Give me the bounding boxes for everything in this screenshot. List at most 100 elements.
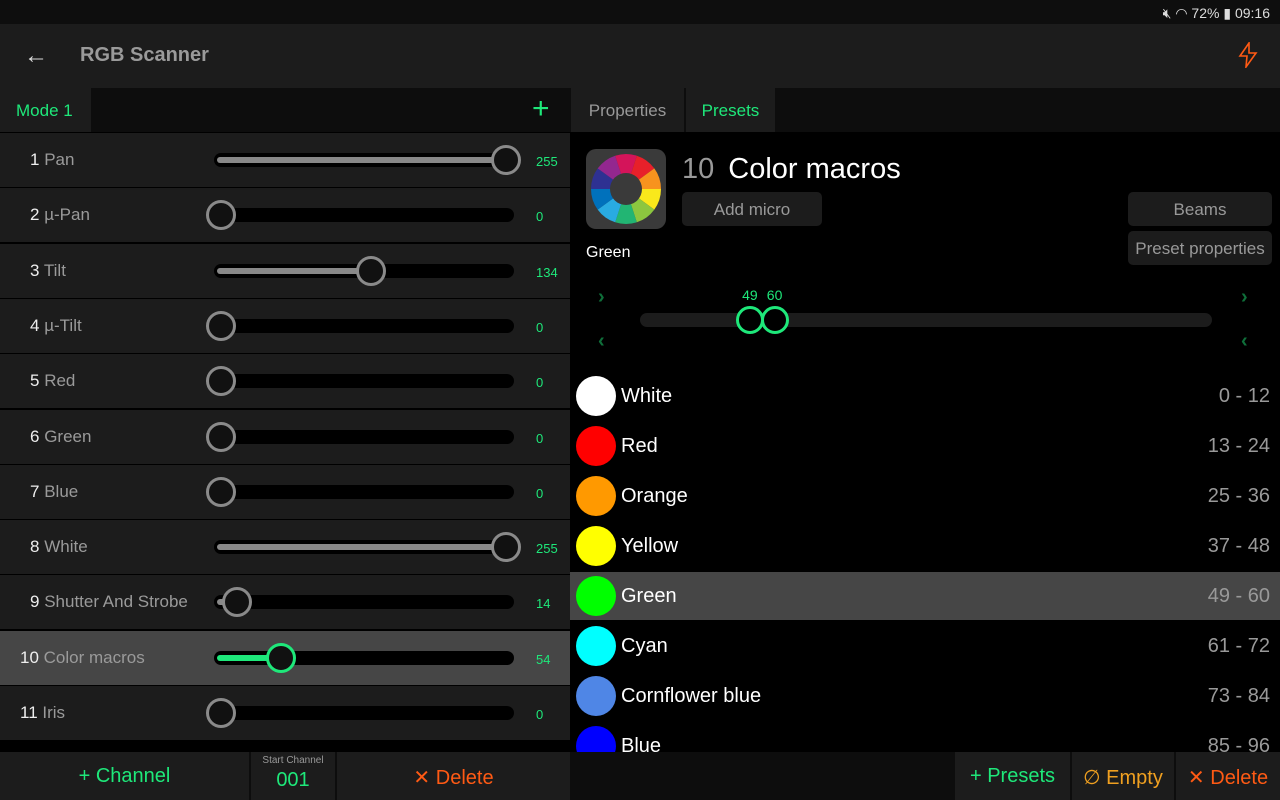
channel-row[interactable]: 8 White 255	[0, 520, 570, 575]
range-min-handle[interactable]	[735, 306, 764, 334]
slider-thumb[interactable]	[206, 698, 236, 728]
preset-item[interactable]: Blue 85 - 96	[570, 722, 1280, 752]
preset-item[interactable]: White 0 - 12	[570, 372, 1280, 420]
mute-icon: 🔇︎	[1162, 5, 1172, 21]
slider-thumb[interactable]	[206, 200, 236, 231]
preset-range: 0 - 12	[1218, 385, 1270, 407]
preset-item[interactable]: Cornflower blue 73 - 84	[570, 672, 1280, 720]
channel-label: 9 Shutter And Strobe	[30, 592, 188, 612]
channel-row[interactable]: 5 Red 0	[0, 354, 570, 409]
channel-row[interactable]: 11 Iris 0	[0, 686, 570, 740]
preset-range: 61 - 72	[1207, 635, 1270, 657]
tab-properties[interactable]: Properties	[571, 88, 684, 132]
channel-slider[interactable]	[214, 145, 521, 175]
channel-value: 0	[536, 209, 544, 225]
channel-slider[interactable]	[214, 532, 521, 563]
range-slider[interactable]: 49 60	[640, 287, 1212, 334]
channel-slider[interactable]	[206, 310, 514, 341]
chevron-left-icon[interactable]: ‹	[598, 330, 605, 353]
slider-thumb[interactable]	[206, 366, 236, 397]
slider-thumb[interactable]	[355, 255, 386, 286]
channel-slider[interactable]	[206, 476, 514, 507]
empty-label: Empty	[1106, 767, 1163, 789]
lightning-icon[interactable]	[1238, 42, 1258, 68]
slider-thumb[interactable]	[206, 310, 236, 341]
channel-name: Red	[44, 371, 76, 391]
color-wheel-icon	[586, 149, 666, 229]
slider-thumb[interactable]	[221, 587, 252, 618]
plus-icon: +	[969, 765, 988, 787]
channel-slider[interactable]	[214, 255, 514, 286]
slider-thumb[interactable]	[266, 642, 297, 673]
arrow-left-icon[interactable]: ←	[24, 42, 48, 70]
page-title: RGB Scanner	[80, 44, 209, 66]
channel-row[interactable]: 6 Green 0	[0, 409, 570, 464]
preset-item[interactable]: Yellow 37 - 48	[570, 522, 1280, 570]
preset-name: Yellow	[621, 535, 679, 557]
preset-item[interactable]: Orange 25 - 36	[570, 472, 1280, 520]
slider-fill	[217, 544, 507, 551]
channel-row[interactable]: 3 Tilt 134	[0, 243, 570, 298]
chevron-right-icon[interactable]: ›	[598, 286, 605, 309]
channel-value: 0	[536, 375, 544, 391]
channel-row[interactable]: 2 µ-Pan 0	[0, 188, 570, 243]
channel-label: 7 Blue	[30, 482, 78, 502]
delete-channel-button[interactable]: ✕ Delete	[337, 752, 570, 800]
add-micro-button[interactable]: Add micro	[682, 192, 822, 226]
preset-item[interactable]: Green 49 - 60	[570, 572, 1280, 620]
channel-row[interactable]: 1 Pan 255	[0, 133, 570, 187]
preset-properties-button[interactable]: Preset properties	[1128, 231, 1272, 265]
channel-number: 5	[30, 371, 40, 391]
preset-item[interactable]: Cyan 61 - 72	[570, 622, 1280, 670]
channel-slider[interactable]	[206, 698, 514, 728]
empty-button[interactable]: ∅ Empty	[1072, 752, 1174, 800]
channel-slider[interactable]	[214, 642, 514, 673]
channel-number: 10	[20, 647, 39, 667]
slider-thumb[interactable]	[206, 476, 236, 507]
channel-label: 10 Color macros	[20, 648, 145, 668]
tab-presets[interactable]: Presets	[686, 88, 775, 132]
battery-level: 72%	[1191, 5, 1220, 21]
delete-label: Delete	[435, 767, 494, 789]
slider-fill	[217, 157, 507, 163]
color-swatch	[576, 676, 616, 716]
plus-icon[interactable]: +	[532, 92, 550, 126]
channel-value: 0	[536, 485, 544, 501]
channel-number: 11	[20, 703, 38, 722]
preset-name: Red	[621, 435, 658, 457]
start-channel-value: 001	[276, 769, 310, 791]
add-channel-button[interactable]: + Channel	[0, 752, 249, 800]
channel-number: 10	[682, 153, 715, 185]
channel-slider[interactable]	[206, 366, 514, 397]
channel-row[interactable]: 4 µ-Tilt 0	[0, 298, 570, 353]
channel-number: 7	[30, 481, 40, 501]
channel-row[interactable]: 10 Color macros 54	[0, 630, 570, 685]
preset-name: Cornflower blue	[621, 685, 762, 707]
start-channel-field[interactable]: Start Channel 001	[251, 752, 335, 800]
chevron-right-icon[interactable]: ›	[1241, 286, 1248, 309]
tab-mode-1[interactable]: Mode 1	[0, 88, 91, 132]
preset-item[interactable]: Red 13 - 24	[570, 422, 1280, 470]
delete-label: Delete	[1210, 767, 1269, 789]
beams-button[interactable]: Beams	[1128, 192, 1272, 226]
chevron-left-icon[interactable]: ‹	[1241, 330, 1248, 353]
close-icon: ✕	[1187, 767, 1211, 789]
channel-row[interactable]: 7 Blue 0	[0, 464, 570, 519]
channel-label: 11 Iris	[20, 703, 65, 723]
channel-row[interactable]: 9 Shutter And Strobe 14	[0, 575, 570, 630]
slider-thumb[interactable]	[491, 532, 521, 563]
channel-value: 0	[536, 707, 544, 722]
add-presets-button[interactable]: + Presets	[955, 752, 1070, 800]
plus-icon: +	[78, 765, 96, 787]
channel-slider[interactable]	[206, 421, 514, 452]
battery-icon: ▮	[1223, 5, 1232, 21]
delete-presets-button[interactable]: ✕ Delete	[1176, 752, 1280, 800]
channel-number: 9	[30, 592, 40, 612]
channel-slider[interactable]	[206, 200, 514, 231]
slider-thumb[interactable]	[206, 421, 236, 452]
range-max-handle[interactable]	[760, 306, 789, 334]
channel-slider[interactable]	[214, 587, 514, 618]
slider-thumb[interactable]	[491, 145, 521, 175]
channel-value: 0	[536, 319, 544, 335]
preset-range: 37 - 48	[1207, 535, 1270, 557]
